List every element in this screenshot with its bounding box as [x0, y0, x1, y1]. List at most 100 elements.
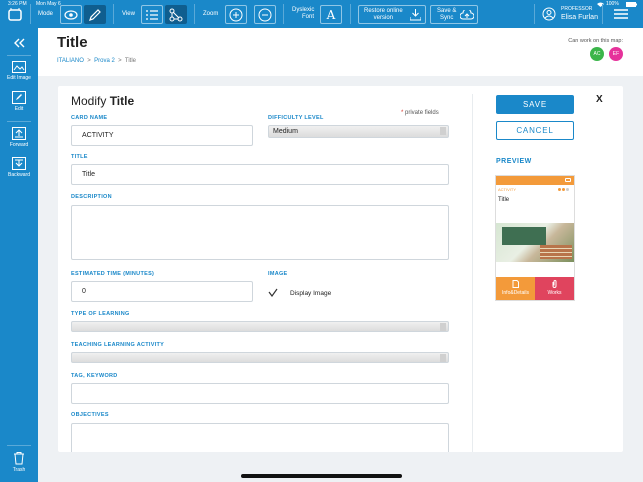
breadcrumb-separator: > — [118, 58, 122, 64]
difficulty-value: Medium — [273, 128, 298, 135]
zoom-out-button[interactable] — [254, 5, 276, 24]
pencil-icon — [89, 8, 101, 21]
mode-label: Mode — [38, 11, 54, 17]
type-learning-select[interactable] — [71, 321, 449, 332]
toolbar-divider — [350, 4, 351, 24]
estimated-time-input[interactable]: 0 — [71, 281, 253, 302]
left-sidebar: Edit Image Edit Forward Backward Trash — [0, 28, 38, 482]
estimated-time-label: ESTIMATED TIME (MINUTES) — [71, 271, 155, 277]
map-icon — [8, 8, 22, 21]
hierarchy-icon — [169, 8, 183, 21]
modify-heading-prefix: Modify — [71, 94, 107, 108]
save-button[interactable]: SAVE — [496, 95, 574, 114]
bring-forward-icon — [12, 127, 26, 140]
sidebar-item-edit-image[interactable]: Edit Image — [0, 61, 38, 81]
cancel-button[interactable]: CANCEL — [496, 121, 574, 140]
map-view-button[interactable] — [165, 5, 187, 24]
preview-card-title: Title — [498, 197, 510, 203]
preview-label: PREVIEW — [496, 158, 532, 165]
dyslexic-font-button[interactable]: A — [320, 5, 342, 24]
sidebar-item-forward[interactable]: Forward — [0, 127, 38, 148]
tla-select[interactable] — [71, 352, 449, 363]
collaborators-label: Can work on this map: — [568, 38, 623, 44]
preview-dots-icon — [558, 188, 570, 191]
preview-expand-icon — [565, 178, 571, 182]
objectives-label: OBJECTIVES — [71, 412, 109, 418]
preview-card-activity: ACTIVITY — [498, 187, 517, 192]
preview-card: ACTIVITY Title Info&Details Works — [495, 175, 575, 301]
view-label: View — [122, 11, 135, 17]
sidebar-label-backward: Backward — [8, 172, 30, 178]
tag-keyword-label: TAG, KEYWORD — [71, 373, 118, 379]
status-date: Mon May 6 — [36, 1, 61, 7]
edit-icon — [12, 91, 26, 104]
select-arrow-icon — [440, 127, 446, 135]
zoom-in-button[interactable] — [225, 5, 247, 24]
save-sync-button[interactable]: Save & Sync — [430, 5, 478, 24]
send-backward-icon — [12, 157, 26, 170]
home-button[interactable] — [7, 7, 23, 22]
tla-label: TEACHING LEARNING ACTIVITY — [71, 342, 165, 348]
breadcrumb: ITALIANO > Prova 2 > Title — [57, 58, 136, 64]
display-image-label: Display Image — [290, 290, 332, 297]
difficulty-label: DIFFICULTY LEVEL — [268, 115, 324, 121]
description-label: DESCRIPTION — [71, 194, 112, 200]
top-toolbar: 3:26 PM Mon May 6 100% Mode View Zoom Dy… — [0, 0, 643, 28]
sidebar-divider — [7, 55, 31, 56]
paperclip-icon — [552, 280, 557, 288]
breadcrumb-italiano[interactable]: ITALIANO — [57, 58, 84, 64]
edit-mode-button[interactable] — [84, 5, 106, 24]
close-button[interactable]: X — [596, 94, 603, 105]
card-name-input[interactable]: ACTIVITY — [71, 125, 253, 146]
preview-card-header — [496, 176, 574, 185]
required-star: * — [401, 110, 404, 116]
save-sync-label-2: Sync — [440, 15, 454, 21]
restore-online-button[interactable]: Restore online version — [358, 5, 426, 24]
checkmark-icon[interactable] — [268, 288, 278, 297]
preview-works-button[interactable]: Works — [535, 277, 574, 300]
trash-icon — [14, 452, 24, 465]
sidebar-label-edit-image: Edit Image — [7, 75, 31, 81]
plus-circle-icon — [229, 8, 243, 21]
card-name-label: CARD NAME — [71, 115, 108, 121]
download-icon — [410, 9, 421, 21]
hamburger-menu-icon[interactable] — [614, 9, 628, 19]
dyslexic-label-2: Font — [302, 14, 315, 20]
image-icon — [12, 61, 26, 73]
preview-info-label: Info&Details — [502, 290, 529, 296]
toolbar-divider — [602, 4, 603, 24]
font-a-icon: A — [326, 7, 336, 22]
title-input[interactable]: Title — [71, 164, 449, 185]
minus-circle-icon — [258, 8, 272, 21]
page-title: Title — [57, 34, 88, 51]
breadcrumb-prova-2[interactable]: Prova 2 — [94, 58, 115, 64]
battery-icon — [626, 2, 637, 7]
collapse-chevrons-icon[interactable] — [13, 38, 25, 48]
chalkboard-image — [502, 227, 546, 245]
sidebar-item-trash[interactable]: Trash — [0, 452, 38, 473]
sidebar-label-edit: Edit — [14, 106, 24, 112]
preview-works-label: Works — [547, 290, 562, 296]
avatar-ac: AC — [590, 47, 604, 61]
difficulty-select[interactable]: Medium — [268, 125, 449, 138]
description-textarea[interactable] — [71, 205, 449, 260]
user-avatar-icon[interactable] — [542, 7, 556, 21]
restore-label-1: Restore online — [364, 8, 403, 14]
preview-info-details-button[interactable]: Info&Details — [496, 277, 535, 300]
view-mode-button[interactable] — [60, 5, 82, 24]
list-icon — [146, 9, 158, 20]
modify-heading-title: Title — [109, 94, 135, 108]
sidebar-item-edit[interactable]: Edit — [0, 91, 38, 112]
sidebar-item-backward[interactable]: Backward — [0, 157, 38, 178]
home-indicator[interactable] — [241, 474, 402, 478]
select-arrow-icon — [440, 354, 446, 362]
private-fields-text: private fields — [405, 110, 439, 116]
list-view-button[interactable] — [141, 5, 163, 24]
preview-card-image — [496, 223, 574, 262]
objectives-textarea[interactable] — [71, 423, 449, 452]
tag-keyword-input[interactable] — [71, 383, 449, 404]
zoom-label: Zoom — [203, 11, 219, 17]
panel-divider — [472, 94, 473, 452]
toolbar-divider — [194, 4, 195, 24]
user-role: PROFESSOR — [561, 6, 593, 12]
